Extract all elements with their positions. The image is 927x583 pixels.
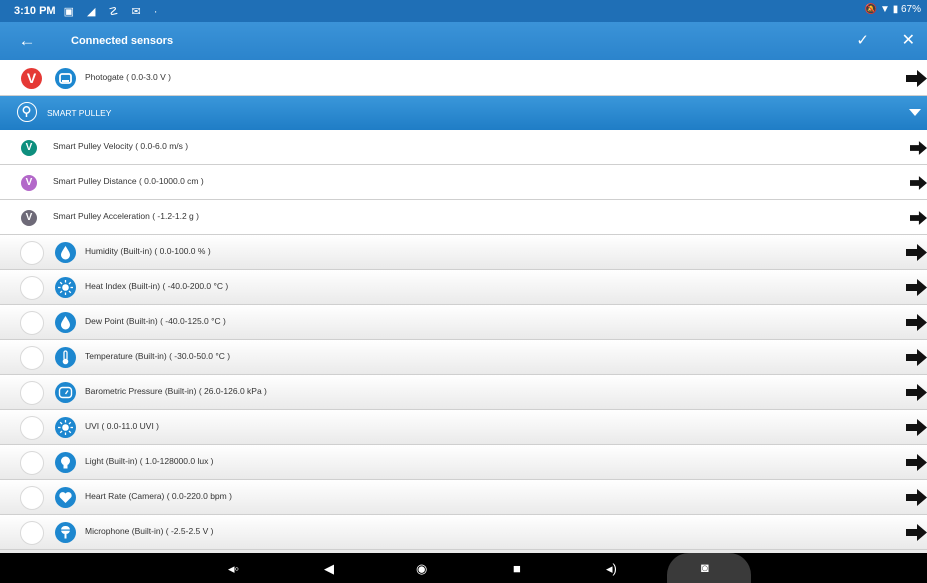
right-arrow-icon[interactable]: [906, 279, 927, 296]
section-header-smart-pulley[interactable]: SMART PULLEY: [0, 96, 927, 130]
photogate-icon: [55, 68, 76, 89]
select-circle[interactable]: [20, 311, 44, 335]
camera-icon[interactable]: ◙: [701, 560, 709, 575]
sensor-label: Temperature (Built-in) ( -30.0-50.0 °C ): [85, 351, 231, 361]
pulley-icon: [17, 102, 37, 122]
right-arrow-icon[interactable]: [906, 489, 927, 506]
sensor-row-humidity[interactable]: Humidity (Built-in) ( 0.0-100.0 % ): [0, 235, 927, 270]
drop-icon: [55, 312, 76, 333]
status-right: 🔕 ▼ ▮ 67%: [864, 4, 921, 15]
sensor-list: V Photogate ( 0.0-3.0 V ) SMART PULLEY V…: [0, 60, 927, 550]
sensor-label: Heart Rate (Camera) ( 0.0-220.0 bpm ): [85, 491, 232, 501]
check-icon[interactable]: ✓: [856, 31, 869, 49]
chevron-down-icon[interactable]: [909, 109, 921, 116]
sensor-label: UVI ( 0.0-11.0 UVI ): [85, 421, 160, 431]
status-bar: 3:10 PM ▣ ◢ ☡ ✉ · 🔕 ▼ ▮ 67%: [0, 0, 927, 22]
sensor-label: Smart Pulley Velocity ( 0.0-6.0 m/s ): [53, 141, 189, 151]
sensor-row-uvi[interactable]: UVI ( 0.0-11.0 UVI ): [0, 410, 927, 445]
nav-back-icon[interactable]: ◀: [324, 561, 334, 577]
volume-up-icon[interactable]: ◂): [606, 561, 617, 577]
acceleration-badge[interactable]: V: [21, 210, 37, 226]
right-arrow-icon[interactable]: [906, 244, 927, 261]
right-arrow-icon[interactable]: [906, 454, 927, 471]
back-arrow-icon[interactable]: ←: [0, 31, 54, 51]
select-circle[interactable]: [20, 416, 44, 440]
page-title: Connected sensors: [71, 35, 174, 47]
velocity-badge[interactable]: V: [21, 140, 37, 156]
select-circle[interactable]: [20, 276, 44, 300]
sensor-label: Light (Built-in) ( 1.0-128000.0 lux ): [85, 456, 214, 466]
right-arrow-icon[interactable]: [906, 314, 927, 331]
sensor-label: Smart Pulley Distance ( 0.0-1000.0 cm ): [53, 176, 204, 186]
select-circle[interactable]: [20, 381, 44, 405]
sun-icon: [55, 277, 76, 298]
right-arrow-icon[interactable]: [906, 70, 927, 87]
system-nav-bar: ◂◦ ◀ ◉ ■ ◂): [0, 553, 927, 583]
sensor-row-temperature[interactable]: Temperature (Built-in) ( -30.0-50.0 °C ): [0, 340, 927, 375]
sensor-label: Humidity (Built-in) ( 0.0-100.0 % ): [85, 246, 211, 256]
app-bar: ← Connected sensors ✓ ✕: [0, 22, 927, 60]
right-arrow-icon[interactable]: [906, 349, 927, 366]
bulb-icon: [55, 452, 76, 473]
sensor-label: Barometric Pressure (Built-in) ( 26.0-12…: [85, 386, 267, 396]
sensor-row-heat-index[interactable]: Heat Index (Built-in) ( -40.0-200.0 °C ): [0, 270, 927, 305]
sensor-row-acceleration[interactable]: V Smart Pulley Acceleration ( -1.2-1.2 g…: [0, 200, 927, 235]
screenshot-pill[interactable]: ◙: [667, 553, 751, 583]
right-arrow-icon[interactable]: [910, 141, 927, 155]
status-time: 3:10 PM: [14, 5, 56, 17]
select-circle[interactable]: [20, 241, 44, 265]
nav-home-icon[interactable]: ◉: [416, 561, 427, 577]
volume-down-icon[interactable]: ◂◦: [228, 561, 239, 577]
sun-icon: [55, 417, 76, 438]
distance-badge[interactable]: V: [21, 175, 37, 191]
select-circle[interactable]: [20, 346, 44, 370]
nav-recents-icon[interactable]: ■: [513, 561, 521, 576]
sensor-label: Microphone (Built-in) ( -2.5-2.5 V ): [85, 526, 214, 536]
sensor-label: Smart Pulley Acceleration ( -1.2-1.2 g ): [53, 211, 199, 221]
sensor-row-distance[interactable]: V Smart Pulley Distance ( 0.0-1000.0 cm …: [0, 165, 927, 200]
sensor-label: Dew Point (Built-in) ( -40.0-125.0 °C ): [85, 316, 226, 326]
notification-icons: ▣ ◢ ☡ ✉ ·: [63, 5, 163, 18]
sensor-row-light[interactable]: Light (Built-in) ( 1.0-128000.0 lux ): [0, 445, 927, 480]
select-circle[interactable]: [20, 486, 44, 510]
sensor-row-barometric-pressure[interactable]: Barometric Pressure (Built-in) ( 26.0-12…: [0, 375, 927, 410]
section-title: SMART PULLEY: [47, 108, 112, 118]
gauge-icon: [55, 382, 76, 403]
checked-badge[interactable]: V: [21, 68, 42, 89]
close-icon[interactable]: ✕: [902, 30, 915, 50]
sensor-label: Heat Index (Built-in) ( -40.0-200.0 °C ): [85, 281, 229, 291]
thermometer-icon: [55, 347, 76, 368]
sensor-row-dew-point[interactable]: Dew Point (Built-in) ( -40.0-125.0 °C ): [0, 305, 927, 340]
humidity-icon: [55, 242, 76, 263]
sensor-row-heart-rate[interactable]: Heart Rate (Camera) ( 0.0-220.0 bpm ): [0, 480, 927, 515]
microphone-icon: [55, 522, 76, 543]
select-circle[interactable]: [20, 521, 44, 545]
sensor-label: Photogate ( 0.0-3.0 V ): [85, 72, 171, 82]
heart-icon: [55, 487, 76, 508]
right-arrow-icon[interactable]: [910, 176, 927, 190]
sensor-row-velocity[interactable]: V Smart Pulley Velocity ( 0.0-6.0 m/s ): [0, 130, 927, 165]
right-arrow-icon[interactable]: [906, 419, 927, 436]
right-arrow-icon[interactable]: [910, 211, 927, 225]
right-arrow-icon[interactable]: [906, 524, 927, 541]
battery-level: 67%: [900, 4, 921, 15]
sensor-row-photogate[interactable]: V Photogate ( 0.0-3.0 V ): [0, 60, 927, 96]
sensor-row-microphone[interactable]: Microphone (Built-in) ( -2.5-2.5 V ): [0, 515, 927, 550]
right-arrow-icon[interactable]: [906, 384, 927, 401]
select-circle[interactable]: [20, 451, 44, 475]
